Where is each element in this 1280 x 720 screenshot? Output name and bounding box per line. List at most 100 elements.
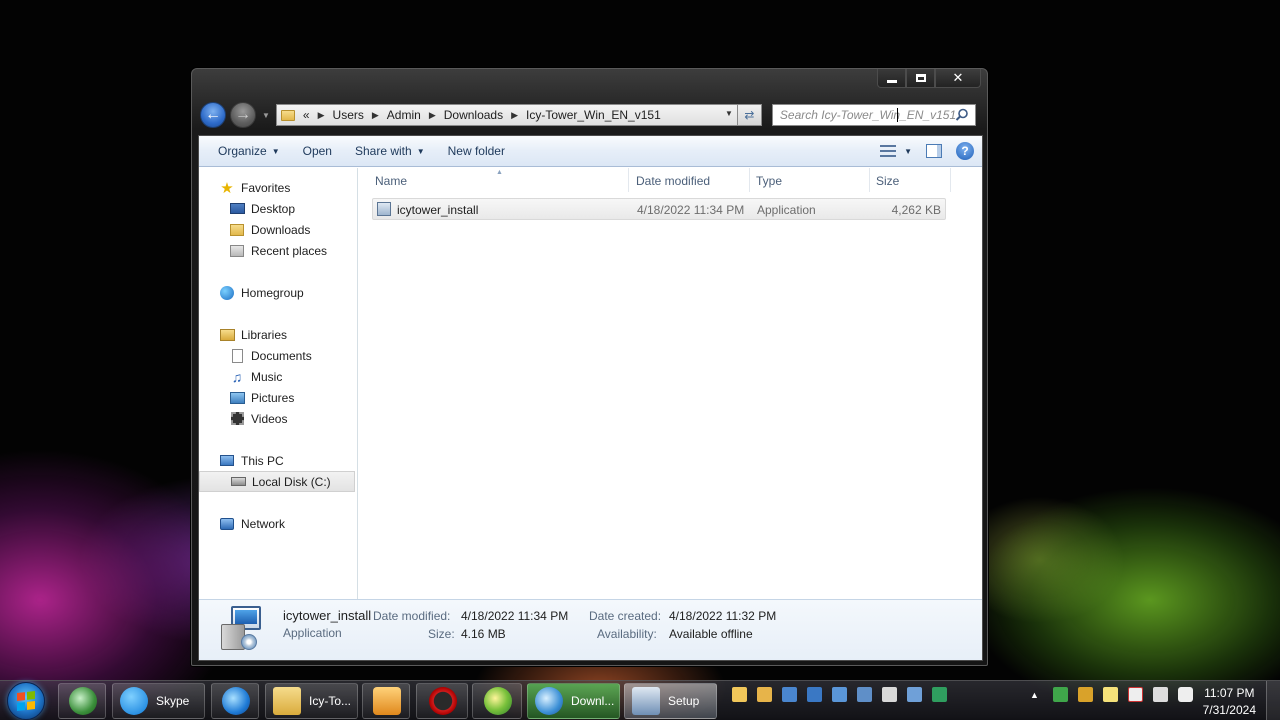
address-dropdown-icon[interactable]: ▼: [725, 109, 733, 118]
nav-homegroup[interactable]: Homegroup: [199, 282, 357, 303]
system-tray: ▲: [1030, 687, 1203, 702]
blocked-icon: [429, 687, 457, 715]
chevron-right-icon[interactable]: ▶: [318, 110, 325, 121]
nav-music[interactable]: ♫ Music: [199, 366, 357, 387]
nav-documents[interactable]: Documents: [199, 345, 357, 366]
maximize-button[interactable]: [906, 69, 935, 88]
computer-icon[interactable]: [782, 687, 797, 702]
action-center-icon[interactable]: [1127, 687, 1143, 702]
forward-button[interactable]: →: [230, 102, 256, 128]
search-icon[interactable]: [955, 108, 969, 122]
chevron-right-icon[interactable]: ▶: [372, 110, 379, 121]
file-row[interactable]: icytower_install 4/18/2022 11:34 PM Appl…: [372, 198, 946, 220]
search-input[interactable]: Search Icy-Tower_Win_EN_v151: [771, 104, 976, 126]
power-icon[interactable]: [1152, 687, 1168, 702]
nav-local-disk[interactable]: Local Disk (C:): [199, 471, 355, 492]
taskbar-browser-downloads[interactable]: Downl...: [527, 683, 620, 719]
antivirus-icon[interactable]: [1077, 687, 1093, 702]
details-size: 4.16 MB: [461, 627, 506, 641]
taskbar-pinned-browser[interactable]: [58, 683, 106, 719]
breadcrumb-downloads[interactable]: Downloads: [444, 108, 503, 122]
chevron-down-icon[interactable]: ▼: [904, 147, 912, 156]
sort-ascending-icon: ▲: [496, 169, 503, 176]
network-share-icon[interactable]: [907, 687, 922, 702]
network-icon[interactable]: [807, 687, 822, 702]
chevron-right-icon[interactable]: ▶: [511, 110, 518, 121]
details-date-created: 4/18/2022 11:32 PM: [669, 609, 777, 623]
windows-logo-icon: [17, 691, 35, 711]
open-button[interactable]: Open: [296, 144, 339, 158]
details-size-label: Size:: [428, 627, 455, 641]
shield-icon[interactable]: [1052, 687, 1068, 702]
back-button[interactable]: ←: [200, 102, 226, 128]
details-availability: Available offline: [669, 627, 753, 641]
taskbar-pinned-blocked[interactable]: [416, 683, 468, 719]
nav-libraries-label: Libraries: [241, 327, 288, 342]
display-icon[interactable]: [857, 687, 872, 702]
nav-desktop[interactable]: Desktop: [199, 198, 357, 219]
quick-launch-icons: [732, 687, 957, 702]
column-divider[interactable]: [749, 168, 750, 192]
installer-icon: [377, 202, 391, 216]
monitor-icon[interactable]: [832, 687, 847, 702]
taskbar-skype[interactable]: Skype: [112, 683, 205, 719]
column-type[interactable]: Type: [756, 174, 782, 188]
show-hidden-icons-icon[interactable]: ▲: [1030, 690, 1039, 700]
column-divider[interactable]: [628, 168, 629, 192]
breadcrumb-users[interactable]: Users: [333, 108, 364, 122]
nav-videos[interactable]: Videos: [199, 408, 357, 429]
nav-favorites[interactable]: ★ Favorites: [199, 177, 357, 198]
start-button[interactable]: [7, 682, 45, 720]
change-view-button[interactable]: ▼: [880, 145, 912, 157]
media-player-icon: [373, 687, 401, 715]
nav-downloads[interactable]: Downloads: [199, 219, 357, 240]
folder-icon: [273, 687, 301, 715]
recycle-bin-icon[interactable]: [882, 687, 897, 702]
volume-icon[interactable]: [1177, 687, 1193, 702]
notes-icon[interactable]: [1102, 687, 1118, 702]
music-icon: ♫: [231, 368, 243, 385]
organize-label: Organize: [218, 144, 267, 158]
clock-time: 11:07 PM: [1204, 686, 1255, 700]
folder-icon[interactable]: [732, 687, 747, 702]
folder-icon[interactable]: [757, 687, 772, 702]
column-headers: ▲ Name Date modified Type Size: [358, 168, 982, 192]
nav-libraries[interactable]: Libraries: [199, 324, 357, 345]
settings-icon[interactable]: [932, 687, 947, 702]
nav-recent-places[interactable]: Recent places: [199, 240, 357, 261]
refresh-button[interactable]: ⇄: [737, 104, 762, 126]
help-icon[interactable]: ?: [956, 142, 974, 160]
new-folder-button[interactable]: New folder: [441, 144, 512, 158]
column-divider[interactable]: [869, 168, 870, 192]
column-divider[interactable]: [950, 168, 951, 192]
taskbar-setup[interactable]: Setup: [624, 683, 717, 719]
share-with-button[interactable]: Share with ▼: [348, 144, 432, 158]
close-button[interactable]: ✕: [935, 69, 981, 88]
nav-videos-label: Videos: [251, 411, 288, 426]
command-bar-right: ▼ ?: [880, 142, 974, 160]
preview-pane-icon[interactable]: [926, 144, 942, 158]
taskbar-pinned-media[interactable]: [362, 683, 410, 719]
chevron-right-icon[interactable]: ▶: [429, 110, 436, 121]
column-date-modified[interactable]: Date modified: [636, 174, 710, 188]
minimize-button[interactable]: [877, 69, 906, 88]
column-size[interactable]: Size: [876, 174, 899, 188]
file-type: Application: [757, 203, 816, 217]
clock[interactable]: 11:07 PM 7/31/2024: [1203, 685, 1256, 719]
taskbar-pinned-ie[interactable]: [211, 683, 259, 719]
taskbar-folder-window[interactable]: Icy-To...: [265, 683, 358, 719]
taskbar-pinned-windows[interactable]: [472, 683, 522, 719]
network-icon: [219, 517, 235, 531]
breadcrumb-overflow[interactable]: «: [303, 108, 310, 122]
downloads-folder-icon: [229, 223, 245, 237]
breadcrumb-admin[interactable]: Admin: [387, 108, 421, 122]
address-bar[interactable]: « ▶ Users ▶ Admin ▶ Downloads ▶ Icy-Towe…: [275, 104, 738, 126]
nav-this-pc[interactable]: This PC: [199, 450, 357, 471]
recent-pages-dropdown[interactable]: ▼: [262, 111, 270, 120]
organize-button[interactable]: Organize ▼: [211, 144, 287, 158]
nav-network[interactable]: Network: [199, 513, 357, 534]
breadcrumb-current-folder[interactable]: Icy-Tower_Win_EN_v151: [526, 108, 661, 122]
nav-pictures[interactable]: Pictures: [199, 387, 357, 408]
column-name[interactable]: Name: [375, 174, 407, 188]
show-desktop-button[interactable]: [1266, 681, 1280, 720]
